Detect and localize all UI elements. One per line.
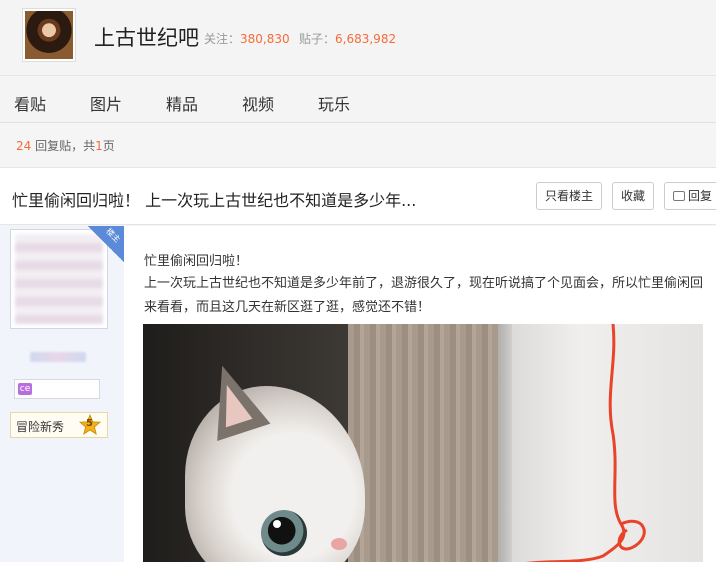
post-content: 忙里偷闲回归啦！ 上一次玩上古世纪也不知道是多少年前了，退游很久了，现在听说搞了… (124, 226, 716, 562)
page-count: 1 (95, 139, 103, 153)
only-owner-button[interactable]: 只看楼主 (536, 182, 602, 210)
forum-header: 上古世纪吧 关注：380,830 贴子：6,683,982 (0, 0, 716, 75)
thread-title-bar: 忙里偷闲回归啦！ 上一次玩上古世纪也不知道是多少年... 只看楼主 收藏 回复 (0, 167, 716, 225)
post-image[interactable] (143, 324, 703, 562)
owner-corner-badge: 楼主 (88, 226, 124, 262)
level-badge[interactable]: 冒险新秀 5 (10, 412, 108, 438)
level-title: 冒险新秀 (16, 420, 65, 434)
reply-button-label: 回复 (688, 189, 713, 203)
posts-count: 6,683,982 (335, 32, 397, 46)
reply-text-end: 页 (102, 139, 115, 153)
reply-info: 24 回复贴，共1页 (0, 123, 716, 167)
tab-kantie[interactable]: 看贴 (14, 91, 46, 115)
follow-count: 380,830 (240, 32, 290, 46)
level-number: 5 (86, 418, 93, 429)
author-panel: 楼主 ce 冒险新秀 5 (0, 226, 124, 562)
favorite-button[interactable]: 收藏 (612, 182, 654, 210)
tab-shipin[interactable]: 视频 (242, 91, 274, 115)
follow-stat: 关注：380,830 (204, 30, 290, 47)
owner-corner-text: 楼主 (104, 226, 122, 245)
badge-icon: ce (18, 383, 32, 395)
posts-label: 贴子： (299, 32, 336, 46)
reply-icon (673, 191, 685, 201)
forum-name[interactable]: 上古世纪吧 (94, 22, 199, 52)
tab-wanle[interactable]: 玩乐 (318, 91, 350, 115)
red-string-graphic (526, 324, 646, 562)
follow-label: 关注： (204, 32, 241, 46)
reply-summary: 24 回复贴，共1页 (16, 137, 115, 154)
thread-title: 忙里偷闲回归啦！ 上一次玩上古世纪也不知道是多少年... (12, 191, 417, 210)
reply-button[interactable]: 回复 (664, 182, 716, 210)
tab-jingpin[interactable]: 精品 (166, 91, 198, 115)
forum-avatar[interactable] (22, 8, 76, 62)
post-first-line: 忙里偷闲回归啦！ (144, 254, 249, 269)
forum-nav: 看贴 图片 精品 视频 玩乐 (0, 75, 716, 123)
posts-stat: 贴子：6,683,982 (299, 30, 396, 47)
reply-count: 24 (16, 139, 32, 153)
author-name-blurred[interactable] (30, 352, 86, 362)
author-badge[interactable]: ce (14, 379, 100, 399)
post-paragraph: 上一次玩上古世纪也不知道是多少年前了，退游很久了，现在听说搞了个见面会，所以忙里… (144, 276, 704, 315)
reply-text-mid: 回复贴，共 (31, 139, 96, 153)
tab-tupian[interactable]: 图片 (90, 91, 122, 115)
